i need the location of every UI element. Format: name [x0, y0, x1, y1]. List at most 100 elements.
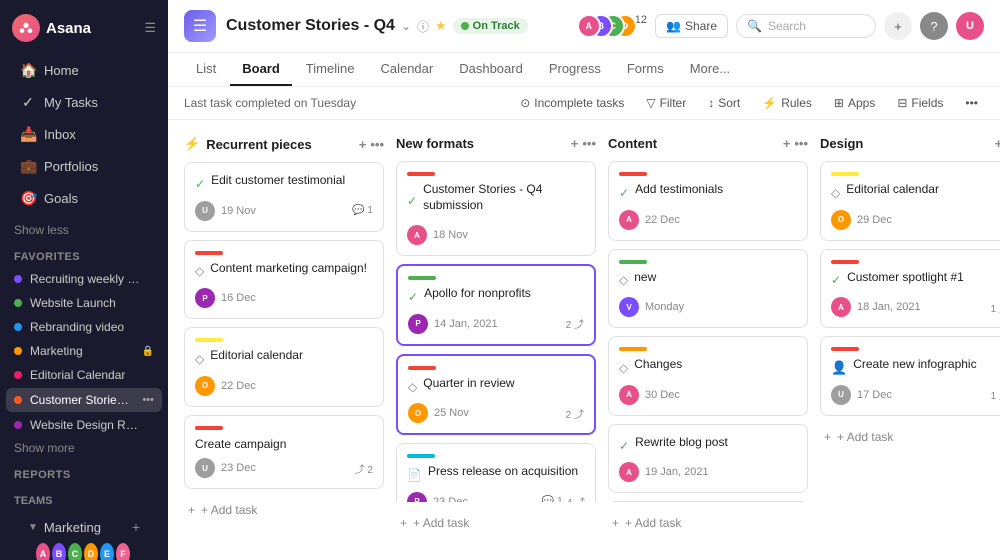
- favorites-item-website-design[interactable]: Website Design Requ...: [0, 413, 168, 437]
- favorites-section-label: Favorites: [0, 241, 168, 267]
- card-avatar: U: [195, 458, 215, 478]
- card-avatar: O: [195, 376, 215, 396]
- tab-forms[interactable]: Forms: [615, 53, 676, 86]
- tab-progress[interactable]: Progress: [537, 53, 613, 86]
- title-chevron-icon[interactable]: ⌄: [401, 19, 411, 33]
- add-task-button-content[interactable]: + + Add task: [608, 510, 808, 536]
- asana-logo[interactable]: Asana: [12, 14, 91, 42]
- tab-timeline[interactable]: Timeline: [294, 53, 367, 86]
- marketing-group: ▼ Marketing + A B C D E F Annual confere…: [14, 511, 154, 560]
- more-col-icon[interactable]: •••: [582, 136, 596, 151]
- fields-button[interactable]: ⊟ Fields: [891, 93, 949, 113]
- favorites-item-marketing[interactable]: Marketing 🔒: [0, 339, 168, 363]
- add-col-icon[interactable]: +: [995, 136, 1000, 151]
- card-n3[interactable]: ◇ Quarter in review O 25 Nov 2 ⤴: [396, 354, 596, 436]
- tab-dashboard[interactable]: Dashboard: [447, 53, 535, 86]
- favorites-item-recruiting[interactable]: Recruiting weekly mee...: [0, 267, 168, 291]
- user-avatar[interactable]: U: [956, 12, 984, 40]
- add-button[interactable]: +: [884, 12, 912, 40]
- apps-label: Apps: [848, 96, 875, 110]
- tab-board[interactable]: Board: [230, 53, 292, 86]
- column-cards-design: ◇ Editorial calendar O 29 Dec ✓ Customer…: [820, 161, 1000, 416]
- favorites-item-website[interactable]: Website Launch: [0, 291, 168, 315]
- card-d2[interactable]: ✓ Customer spotlight #1 A 18 Jan, 2021 1…: [820, 249, 1000, 329]
- diamond-icon: ◇: [195, 264, 204, 278]
- share-button[interactable]: 👥 Share: [655, 14, 728, 38]
- favorites-item-editorial[interactable]: Editorial Calendar: [0, 363, 168, 387]
- check-icon: ✓: [619, 186, 629, 200]
- card-title-row: ✓ Edit customer testimonial: [195, 173, 373, 195]
- add-task-button-recurrent[interactable]: + + Add task: [184, 497, 384, 523]
- card-n2[interactable]: ✓ Apollo for nonprofits P 14 Jan, 2021 2…: [396, 264, 596, 346]
- sort-button[interactable]: ↕ Sort: [702, 93, 746, 113]
- marketing-team-header[interactable]: ▼ Marketing +: [22, 515, 146, 539]
- card-c3[interactable]: ◇ Editorial calendar O 22 Dec: [184, 327, 384, 407]
- team-avatar-group: A B C D E F: [22, 539, 146, 560]
- show-more-link[interactable]: Show more: [0, 437, 168, 459]
- nav-item-goals[interactable]: 🎯 Goals: [6, 183, 162, 214]
- filter-button[interactable]: ▽ Filter: [640, 93, 692, 113]
- filter-label: Filter: [660, 96, 687, 110]
- search-box[interactable]: 🔍 Search: [736, 14, 876, 38]
- avatar: A: [36, 543, 50, 560]
- nav-item-my-tasks[interactable]: ✓ My Tasks: [6, 87, 162, 118]
- card-c4[interactable]: Create campaign U 23 Dec ⤴ 2: [184, 415, 384, 490]
- card-ct4[interactable]: ✓ Rewrite blog post A 19 Jan, 2021: [608, 424, 808, 494]
- rules-button[interactable]: ⚡ Rules: [756, 93, 818, 113]
- card-date: 23 Dec: [433, 496, 468, 502]
- more-col-icon[interactable]: •••: [370, 137, 384, 152]
- more-options-button[interactable]: •••: [959, 93, 984, 113]
- card-meta: U 23 Dec ⤴ 2: [195, 458, 373, 478]
- favorites-item-rebranding[interactable]: Rebranding video: [0, 315, 168, 339]
- home-icon: 🏠: [20, 62, 36, 79]
- card-title-row: ◇ Editorial calendar: [831, 182, 1000, 204]
- add-col-icon[interactable]: +: [359, 137, 367, 152]
- nav-item-home[interactable]: 🏠 Home: [6, 55, 162, 86]
- incomplete-tasks-filter[interactable]: ⊙ Incomplete tasks: [514, 93, 630, 113]
- add-to-team-icon[interactable]: +: [132, 519, 140, 535]
- filter-icon: ▽: [646, 96, 655, 110]
- board-toolbar: Last task completed on Tuesday ⊙ Incompl…: [168, 87, 1000, 120]
- kanban-board: ⚡ Recurrent pieces + ••• ✓ Edit customer…: [168, 120, 1000, 550]
- diamond-icon: ◇: [831, 186, 840, 200]
- card-ct5[interactable]: Choose customer for February spotlight O…: [608, 501, 808, 502]
- card-meta: O 22 Dec: [195, 376, 373, 396]
- tab-list[interactable]: List: [184, 53, 228, 86]
- card-d1[interactable]: ◇ Editorial calendar O 29 Dec: [820, 161, 1000, 241]
- card-ct1[interactable]: ✓ Add testimonials A 22 Dec: [608, 161, 808, 241]
- add-col-icon[interactable]: +: [571, 136, 579, 151]
- card-c1[interactable]: ✓ Edit customer testimonial U 19 Nov 💬 1: [184, 162, 384, 232]
- nav-item-portfolios[interactable]: 💼 Portfolios: [6, 151, 162, 182]
- card-tag: [407, 454, 435, 458]
- add-col-icon[interactable]: +: [783, 136, 791, 151]
- sort-label: Sort: [718, 96, 740, 110]
- dot-icon: [14, 347, 22, 355]
- fav-label-website: Website Launch: [30, 296, 116, 310]
- apps-button[interactable]: ⊞ Apps: [828, 93, 881, 113]
- card-n4[interactable]: 📄 Press release on acquisition P 23 Dec …: [396, 443, 596, 502]
- add-task-button-design[interactable]: + + Add task: [820, 424, 1000, 450]
- more-icon[interactable]: •••: [142, 394, 154, 406]
- goals-icon: 🎯: [20, 190, 36, 207]
- card-d3[interactable]: 👤 Create new infographic U 17 Dec 1 ⤴: [820, 336, 1000, 416]
- tab-calendar[interactable]: Calendar: [368, 53, 445, 86]
- show-less-link[interactable]: Show less: [0, 219, 168, 241]
- column-header-new-formats: New formats + •••: [396, 134, 596, 153]
- card-ct2[interactable]: ◇ new V Monday: [608, 249, 808, 329]
- star-icon[interactable]: ★: [435, 18, 447, 34]
- card-c2[interactable]: ◇ Content marketing campaign! P 16 Dec: [184, 240, 384, 320]
- add-task-button-new-formats[interactable]: + + Add task: [396, 510, 596, 536]
- more-col-icon[interactable]: •••: [794, 136, 808, 151]
- card-avatar: U: [195, 201, 215, 221]
- card-title-row: ◇ new: [619, 270, 797, 292]
- card-avatar: A: [407, 225, 427, 245]
- favorites-item-customer-stories[interactable]: Customer Stories - Q4 •••: [6, 388, 162, 412]
- info-icon[interactable]: ⓘ: [417, 18, 429, 35]
- help-button[interactable]: ?: [920, 12, 948, 40]
- card-ct3[interactable]: ◇ Changes A 30 Dec: [608, 336, 808, 416]
- nav-item-inbox[interactable]: 📥 Inbox: [6, 119, 162, 150]
- card-title: Add testimonials: [635, 182, 723, 198]
- tab-more[interactable]: More...: [678, 53, 742, 86]
- sidebar-toggle-button[interactable]: ☰: [144, 20, 156, 36]
- card-n1[interactable]: ✓ Customer Stories - Q4 submission A 18 …: [396, 161, 596, 256]
